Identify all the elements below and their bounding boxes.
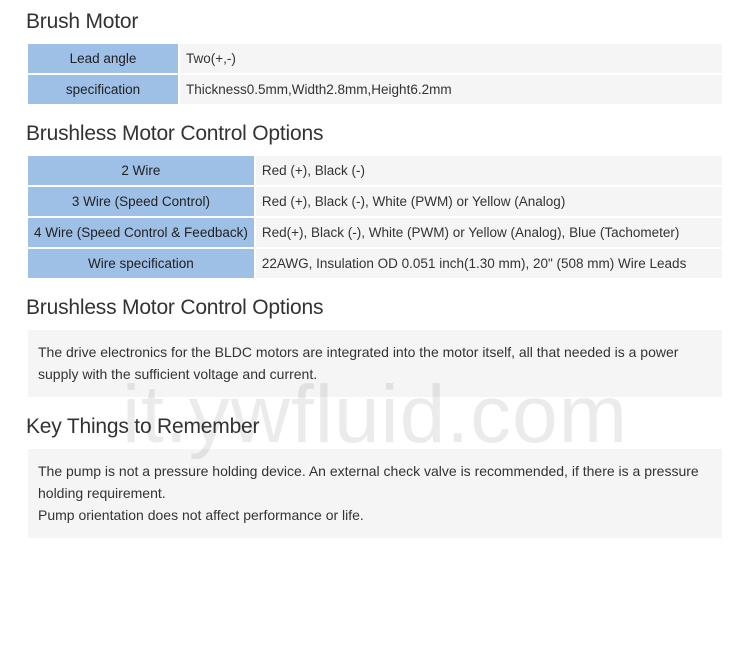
brush-motor-table: Lead angle Two(+,-) specification Thickn… [26,42,724,106]
row-value: Thickness0.5mm,Width2.8mm,Height6.2mm [179,74,723,105]
key-things-text-block: The pump is not a pressure holding devic… [26,447,724,540]
row-value: Red(+), Black (-), White (PWM) or Yellow… [255,217,723,248]
options2-text-block: The drive electronics for the BLDC motor… [26,328,724,399]
row-label: Lead angle [27,43,179,74]
row-label: 4 Wire (Speed Control & Feedback) [27,217,255,248]
brush-motor-heading: Brush Motor [26,10,724,34]
key-things-paragraph: Pump orientation does not affect perform… [38,505,712,527]
row-label: Wire specification [27,248,255,279]
row-label: 2 Wire [27,155,255,186]
row-value: Red (+), Black (-) [255,155,723,186]
key-things-heading: Key Things to Remember [26,415,724,439]
table-row: 2 Wire Red (+), Black (-) [27,155,723,186]
table-row: Lead angle Two(+,-) [27,43,723,74]
brushless-options-table: 2 Wire Red (+), Black (-) 3 Wire (Speed … [26,154,724,280]
row-value: 22AWG, Insulation OD 0.051 inch(1.30 mm)… [255,248,723,279]
row-label: 3 Wire (Speed Control) [27,186,255,217]
row-label: specification [27,74,179,105]
options2-paragraph: The drive electronics for the BLDC motor… [38,342,712,385]
table-row: specification Thickness0.5mm,Width2.8mm,… [27,74,723,105]
table-row: 4 Wire (Speed Control & Feedback) Red(+)… [27,217,723,248]
row-value: Two(+,-) [179,43,723,74]
brushless-options2-heading: Brushless Motor Control Options [26,296,724,320]
key-things-paragraph: The pump is not a pressure holding devic… [38,461,712,504]
brushless-options-heading: Brushless Motor Control Options [26,122,724,146]
row-value: Red (+), Black (-), White (PWM) or Yello… [255,186,723,217]
table-row: Wire specification 22AWG, Insulation OD … [27,248,723,279]
table-row: 3 Wire (Speed Control) Red (+), Black (-… [27,186,723,217]
